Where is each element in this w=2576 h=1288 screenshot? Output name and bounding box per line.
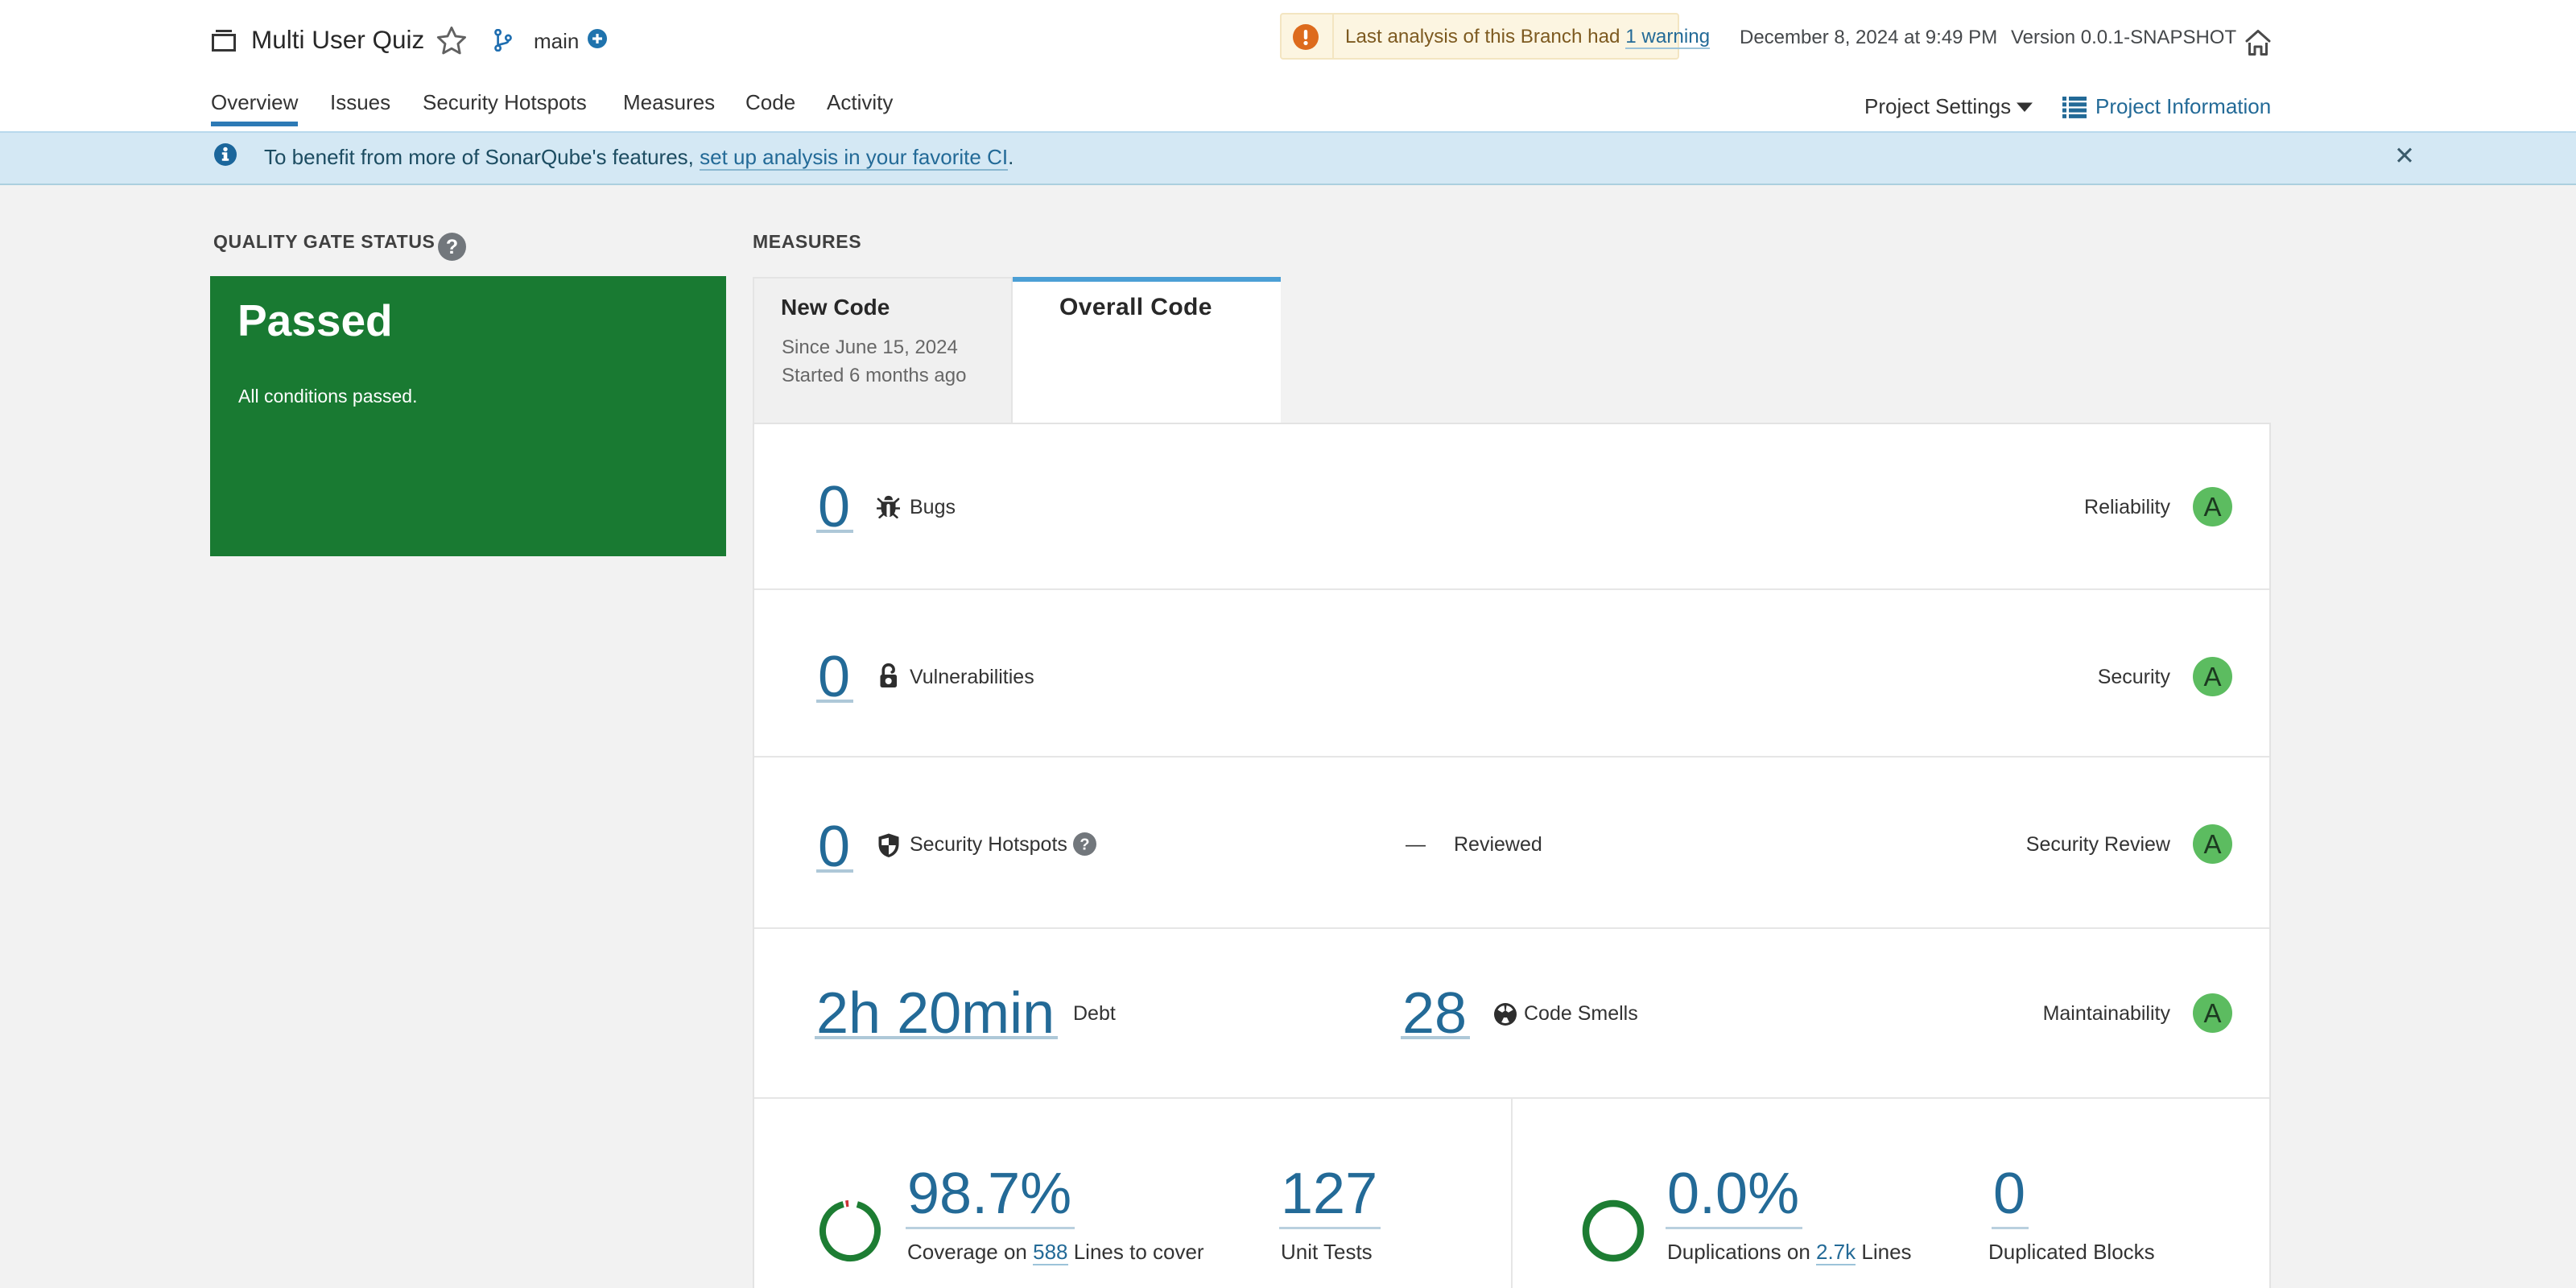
- svg-text:?: ?: [446, 236, 458, 258]
- svg-text:?: ?: [1080, 836, 1089, 854]
